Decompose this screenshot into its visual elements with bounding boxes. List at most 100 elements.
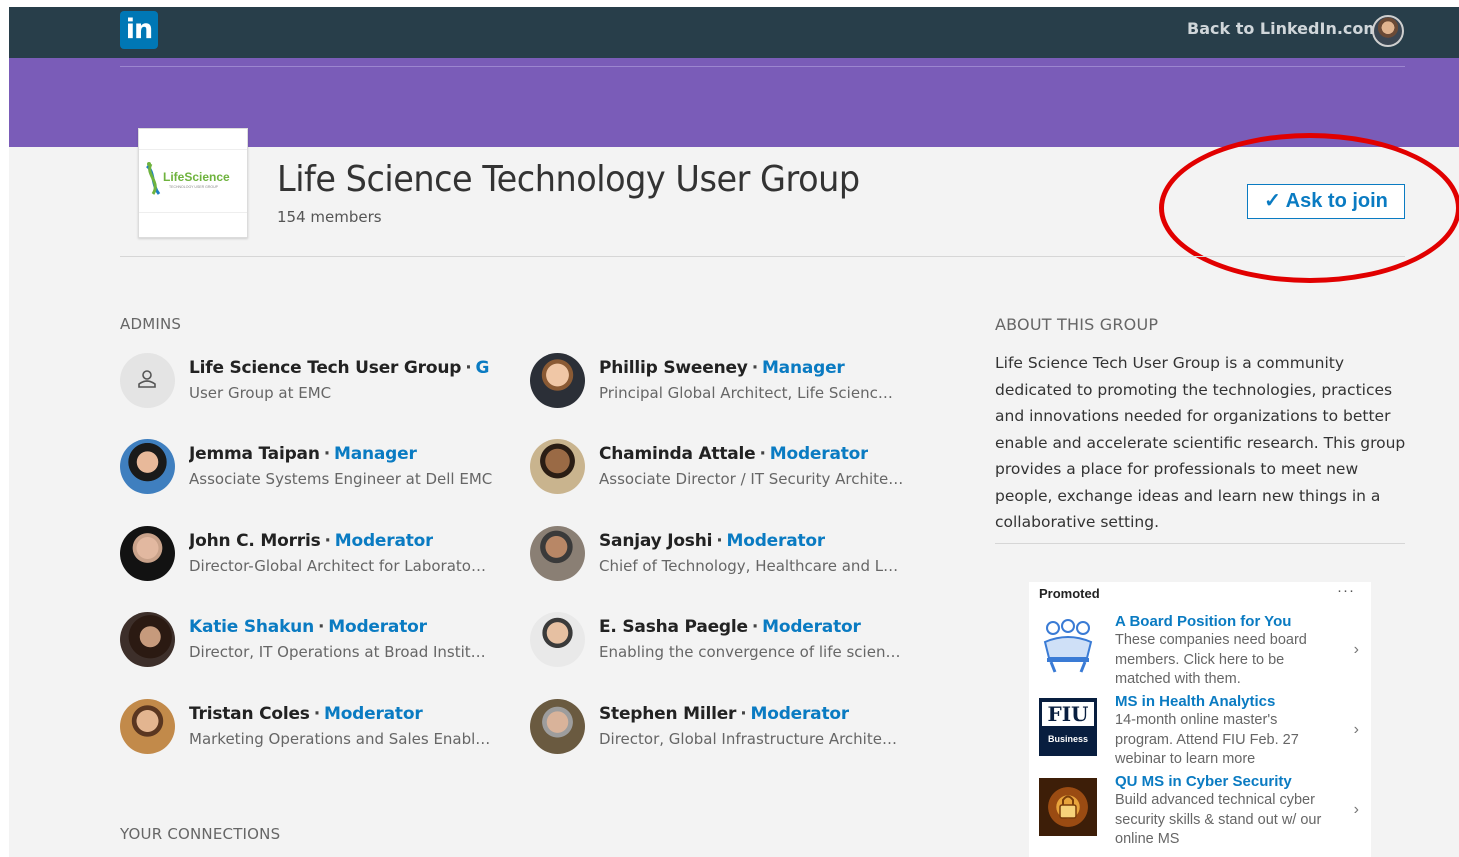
- chevron-right-icon[interactable]: ›: [1354, 641, 1359, 659]
- admin-headline: Chief of Technology, Healthcare and L…: [599, 557, 899, 575]
- admin-name[interactable]: Katie Shakun: [189, 617, 314, 637]
- admin-headline: Director-Global Architect for Laborato…: [189, 557, 486, 575]
- admin-name[interactable]: John C. Morris: [189, 531, 321, 551]
- person-icon: [138, 370, 156, 388]
- admin-item[interactable]: Sanjay Joshi · Moderator Chief of Technolo…: [530, 526, 910, 582]
- admin-item[interactable]: Chaminda Attale · Moderator Associate Dire…: [530, 439, 910, 495]
- group-avatar: [120, 353, 175, 408]
- back-to-linkedin-link[interactable]: Back to LinkedIn.com: [1187, 19, 1380, 38]
- admin-photo: [120, 526, 175, 581]
- admin-name-line: Life Science Tech User Group·Gro: [189, 358, 489, 378]
- ad-description: Build advanced technical cyber security …: [1115, 792, 1322, 847]
- fiu-logo-text: FIU: [1042, 702, 1094, 726]
- ad-item[interactable]: QU MS in Cyber Security Build advanced t…: [1039, 773, 1369, 851]
- admin-name[interactable]: Phillip Sweeney: [599, 358, 748, 378]
- ad-item[interactable]: A Board Position for You These companies…: [1039, 613, 1369, 691]
- admin-name[interactable]: Chaminda Attale: [599, 444, 756, 464]
- logo-tagline: TECHNOLOGY USER GROUP: [169, 185, 219, 189]
- ad-title[interactable]: A Board Position for You: [1115, 613, 1291, 630]
- admin-role[interactable]: Manager: [334, 444, 417, 464]
- admin-role[interactable]: Gro: [476, 358, 490, 378]
- admin-name-line: Chaminda Attale · Moderator: [599, 444, 869, 464]
- about-divider: [995, 543, 1405, 544]
- admin-name[interactable]: E. Sasha Paegle: [599, 617, 748, 637]
- admin-photo: [530, 439, 585, 494]
- logo-wordmark: LifeScience: [163, 170, 230, 184]
- admin-name[interactable]: Jemma Taipan: [189, 444, 320, 464]
- admin-photo: [120, 699, 175, 754]
- more-options-icon[interactable]: ···: [1337, 582, 1355, 599]
- linkedin-logo[interactable]: in: [120, 11, 158, 49]
- group-logo: LifeScience TECHNOLOGY USER GROUP: [138, 128, 248, 238]
- admin-role[interactable]: Moderator: [762, 617, 861, 637]
- ad-item[interactable]: FIU Business MS in Health Analytics 14-m…: [1039, 693, 1369, 771]
- chevron-right-icon[interactable]: ›: [1354, 801, 1359, 819]
- admin-headline: Director, IT Operations at Broad Instit…: [189, 643, 486, 661]
- admin-role[interactable]: Moderator: [324, 704, 423, 724]
- admin-photo: [530, 699, 585, 754]
- group-logo-image: LifeScience TECHNOLOGY USER GROUP: [139, 149, 247, 213]
- cyber-lock-icon: [1039, 778, 1097, 836]
- admin-item[interactable]: Stephen Miller · Moderator Director, Globa…: [530, 699, 910, 755]
- admin-name-line: Jemma Taipan · Manager: [189, 444, 417, 464]
- admin-headline: Marketing Operations and Sales Enabl…: [189, 730, 491, 748]
- admin-item[interactable]: Jemma Taipan · Manager Associate Systems E…: [120, 439, 500, 495]
- admin-name-line: Stephen Miller · Moderator: [599, 704, 850, 724]
- admin-name-line: John C. Morris · Moderator: [189, 531, 434, 551]
- ad-description: These companies need board members. Clic…: [1115, 632, 1307, 687]
- user-avatar[interactable]: [1372, 15, 1404, 47]
- admin-name[interactable]: Sanjay Joshi: [599, 531, 712, 551]
- admin-photo: [530, 526, 585, 581]
- about-description: Life Science Tech User Group is a commun…: [995, 354, 1406, 531]
- admin-headline: Principal Global Architect, Life Scienc…: [599, 384, 893, 402]
- admin-role[interactable]: Moderator: [335, 531, 434, 551]
- admin-headline: Associate Systems Engineer at Dell EMC: [189, 470, 493, 488]
- admin-headline: Associate Director / IT Security Archite…: [599, 470, 904, 488]
- ad-title[interactable]: QU MS in Cyber Security: [1115, 773, 1292, 790]
- admin-headline: Director, Global Infrastructure Archite…: [599, 730, 897, 748]
- admin-item[interactable]: E. Sasha Paegle · Moderator Enabling the c…: [530, 612, 910, 668]
- admins-heading: ADMINS: [120, 315, 182, 333]
- member-count[interactable]: 154 members: [277, 208, 382, 226]
- admin-role[interactable]: Moderator: [770, 444, 869, 464]
- admin-name-line: Phillip Sweeney · Manager: [599, 358, 845, 378]
- highlight-circle: [1159, 133, 1459, 283]
- ad-description: 14-month online master's program. Attend…: [1115, 712, 1299, 767]
- admin-item[interactable]: Phillip Sweeney · Manager Principal Global…: [530, 353, 910, 409]
- admin-role[interactable]: Manager: [762, 358, 845, 378]
- admin-photo: [530, 353, 585, 408]
- admin-photo: [120, 439, 175, 494]
- promoted-label: Promoted: [1039, 586, 1100, 601]
- admin-role[interactable]: Moderator: [328, 617, 427, 637]
- admin-name[interactable]: Tristan Coles: [189, 704, 310, 724]
- fiu-logo-subtext: Business: [1047, 734, 1089, 744]
- ad-title[interactable]: MS in Health Analytics: [1115, 693, 1275, 710]
- admin-item[interactable]: Life Science Tech User Group·Gro User Gr…: [120, 353, 500, 409]
- admin-name[interactable]: Stephen Miller: [599, 704, 736, 724]
- about-heading: ABOUT THIS GROUP: [995, 315, 1159, 334]
- admin-headline: User Group at EMC: [189, 384, 332, 402]
- admin-headline: Enabling the convergence of life scien…: [599, 643, 901, 661]
- top-navbar: in Back to LinkedIn.com: [9, 7, 1459, 58]
- admin-name[interactable]: Life Science Tech User Group: [189, 358, 461, 378]
- board-meeting-icon: [1039, 618, 1097, 676]
- banner-divider: [120, 66, 1405, 67]
- chevron-right-icon[interactable]: ›: [1354, 721, 1359, 739]
- header-divider: [120, 256, 1405, 257]
- admin-item[interactable]: Katie Shakun · Moderator Director, IT Oper…: [120, 612, 500, 668]
- admin-name-line: E. Sasha Paegle · Moderator: [599, 617, 861, 637]
- dna-logo-icon: LifeScience TECHNOLOGY USER GROUP: [145, 162, 230, 195]
- fiu-logo: FIU Business: [1039, 698, 1097, 756]
- connections-heading: YOUR CONNECTIONS: [120, 825, 281, 843]
- admin-name-line: Sanjay Joshi · Moderator: [599, 531, 826, 551]
- admin-name-line: Katie Shakun · Moderator: [189, 617, 427, 637]
- admin-item[interactable]: John C. Morris · Moderator Director-Global…: [120, 526, 500, 582]
- page-frame: in Back to LinkedIn.com LifeScience TECH…: [9, 7, 1459, 857]
- admin-item[interactable]: Tristan Coles · Moderator Marketing Operat…: [120, 699, 500, 755]
- group-title: Life Science Technology User Group: [277, 159, 860, 200]
- admin-photo: [120, 612, 175, 667]
- admin-role[interactable]: Moderator: [751, 704, 850, 724]
- admin-role[interactable]: Moderator: [727, 531, 826, 551]
- admin-photo: [530, 612, 585, 667]
- admin-name-line: Tristan Coles · Moderator: [189, 704, 423, 724]
